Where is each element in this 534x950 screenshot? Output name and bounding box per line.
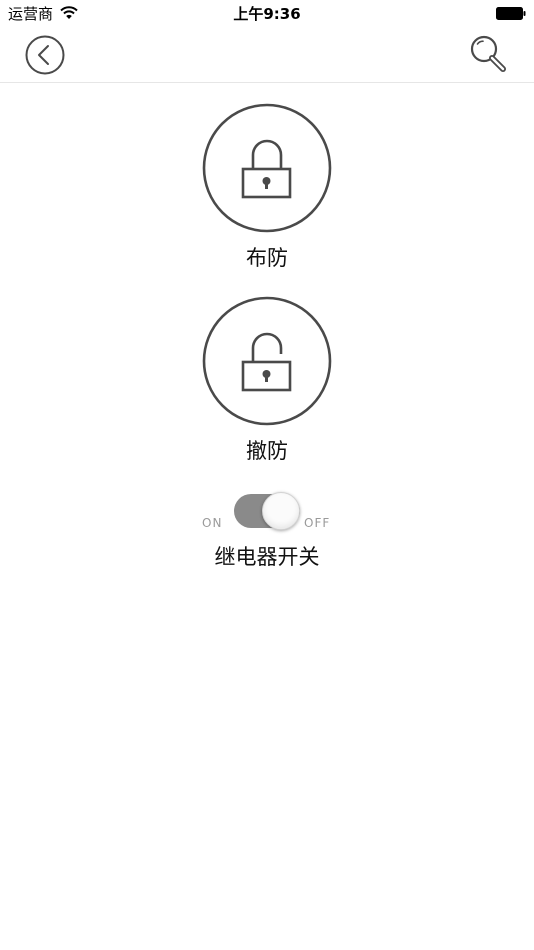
- chevron-left-circle-icon: [25, 35, 65, 75]
- search-button[interactable]: [466, 32, 510, 76]
- toggle-on-label: ON: [202, 516, 223, 530]
- arm-button[interactable]: [202, 103, 332, 233]
- magnifier-icon: [470, 35, 506, 72]
- relay-label: 继电器开关: [214, 545, 320, 569]
- nav-bar: [0, 28, 534, 83]
- relay-toggle-row: ON OFF: [0, 490, 534, 532]
- status-bar: 运营商 上午9:36: [0, 0, 534, 28]
- status-time: 上午9:36: [233, 5, 301, 23]
- toggle-knob[interactable]: [262, 492, 300, 530]
- lock-open-icon: [202, 296, 332, 426]
- battery-icon: [496, 7, 526, 20]
- arm-label: 布防: [246, 246, 288, 270]
- relay-toggle[interactable]: [234, 492, 300, 530]
- disarm-label: 撤防: [246, 439, 288, 463]
- lock-closed-icon: [202, 103, 332, 233]
- disarm-button[interactable]: [202, 296, 332, 426]
- back-button[interactable]: [24, 34, 66, 76]
- toggle-off-label: OFF: [304, 516, 331, 530]
